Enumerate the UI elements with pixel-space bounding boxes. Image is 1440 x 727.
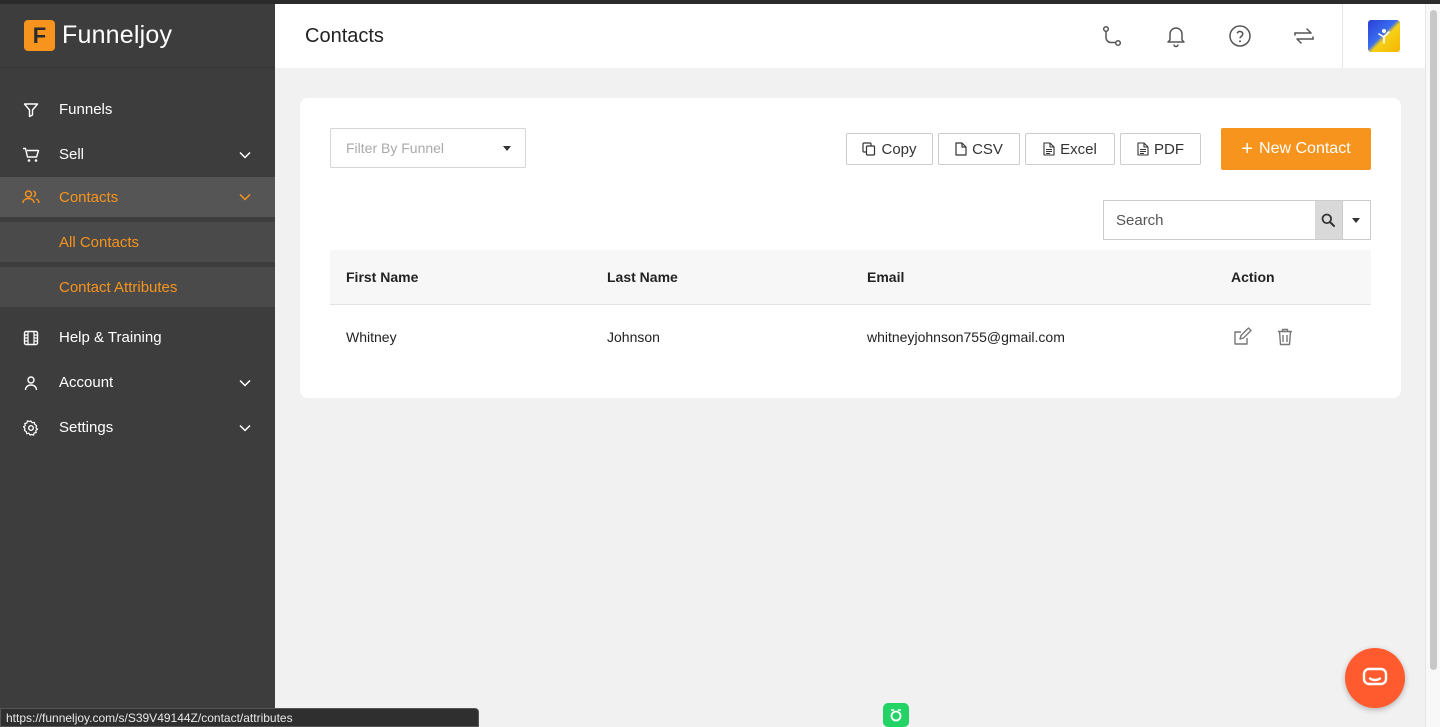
swap-icon[interactable] — [1272, 4, 1336, 68]
sidebar-item-label: Help & Training — [59, 329, 162, 346]
chevron-down-icon — [239, 149, 251, 161]
copy-label: Copy — [881, 140, 917, 158]
chevron-down-icon — [239, 422, 251, 434]
edit-icon[interactable] — [1231, 326, 1253, 348]
caret-down-icon — [1352, 217, 1361, 223]
table-header: First Name Last Name Email Action — [330, 250, 1371, 305]
browser-status-url: https://funneljoy.com/s/S39V49144Z/conta… — [0, 708, 479, 727]
search-icon — [1321, 213, 1336, 227]
cart-icon — [22, 146, 40, 164]
excel-label: Excel — [1060, 140, 1097, 158]
contacts-card: Filter By Funnel Copy CSV Excel PDF + Ne… — [300, 98, 1401, 398]
chat-icon — [1362, 667, 1388, 686]
top-header: Contacts — [275, 4, 1425, 68]
column-header-action: Action — [1231, 269, 1275, 285]
search-input[interactable] — [1104, 201, 1315, 239]
filter-by-funnel-select[interactable]: Filter By Funnel — [330, 128, 526, 168]
gear-icon — [22, 419, 40, 437]
sidebar-item-label: Funnels — [59, 101, 113, 118]
search-options-dropdown[interactable] — [1341, 201, 1370, 239]
page-title: Contacts — [305, 24, 384, 47]
sidebar-item-label: Sell — [59, 146, 85, 163]
csv-button[interactable]: CSV — [938, 133, 1020, 165]
sidebar-subitem-all-contacts[interactable]: All Contacts — [0, 222, 275, 262]
sidebar-item-label: Contacts — [59, 188, 119, 206]
brand[interactable]: F Funneljoy — [0, 4, 275, 68]
brand-logo: F — [24, 20, 55, 51]
table-row: Whitney Johnson whitneyjohnson755@gmail.… — [330, 305, 1371, 369]
sidebar-item-sell[interactable]: Sell — [0, 132, 275, 177]
sidebar-item-settings[interactable]: Settings — [0, 405, 275, 450]
contacts-table: First Name Last Name Email Action Whitne… — [330, 250, 1371, 369]
sidebar-item-account[interactable]: Account — [0, 360, 275, 405]
search-button[interactable] — [1315, 201, 1342, 239]
avatar — [1368, 20, 1400, 52]
page-scrollbar[interactable] — [1425, 4, 1440, 727]
excel-button[interactable]: Excel — [1025, 133, 1115, 165]
cell-email: whitneyjohnson755@gmail.com — [867, 329, 1065, 345]
chevron-down-icon — [239, 191, 251, 203]
new-contact-button[interactable]: + New Contact — [1221, 128, 1371, 170]
film-icon — [22, 329, 40, 347]
sidebar: F Funneljoy Funnels Sell Contacts All Co… — [0, 4, 275, 727]
sidebar-item-label: Account — [59, 374, 114, 391]
sidebar-item-help-training[interactable]: Help & Training — [0, 315, 275, 360]
file-text-icon — [1137, 142, 1149, 156]
sidebar-item-label: Settings — [59, 419, 114, 436]
brand-name: Funneljoy — [62, 21, 173, 49]
column-header-last-name[interactable]: Last Name — [591, 269, 851, 285]
route-icon[interactable] — [1080, 4, 1144, 68]
cell-actions — [1215, 326, 1371, 348]
column-header-first-name[interactable]: First Name — [330, 269, 591, 285]
filter-icon — [22, 101, 40, 119]
search-box — [1103, 200, 1371, 240]
user-menu[interactable] — [1343, 4, 1425, 68]
column-header-email[interactable]: Email — [851, 269, 1215, 285]
chat-widget-button[interactable] — [1345, 648, 1405, 708]
trash-icon[interactable] — [1274, 326, 1296, 348]
bell-icon[interactable] — [1144, 4, 1208, 68]
file-icon — [955, 142, 967, 156]
filter-placeholder: Filter By Funnel — [346, 140, 445, 156]
caret-down-icon — [503, 146, 511, 151]
file-text-icon — [1043, 142, 1055, 156]
help-icon[interactable] — [1208, 4, 1272, 68]
extension-widget-icon[interactable] — [883, 703, 909, 727]
plus-icon: + — [1241, 138, 1254, 160]
cell-first-name: Whitney — [346, 329, 397, 345]
sidebar-item-funnels[interactable]: Funnels — [0, 87, 275, 132]
cell-last-name: Johnson — [607, 329, 660, 345]
pdf-label: PDF — [1154, 140, 1184, 158]
sidebar-nav: Funnels Sell Contacts All Contacts Conta… — [0, 68, 275, 450]
sidebar-item-contacts[interactable]: Contacts — [0, 177, 275, 217]
main-content: Filter By Funnel Copy CSV Excel PDF + Ne… — [275, 68, 1425, 727]
scrollbar-thumb[interactable] — [1430, 10, 1437, 670]
chevron-down-icon — [239, 377, 251, 389]
sidebar-subitem-contact-attributes[interactable]: Contact Attributes — [0, 267, 275, 307]
pdf-button[interactable]: PDF — [1120, 133, 1201, 165]
csv-label: CSV — [972, 140, 1003, 158]
copy-button[interactable]: Copy — [846, 133, 933, 165]
users-icon — [22, 188, 40, 206]
copy-icon — [862, 142, 876, 156]
user-icon — [22, 374, 40, 392]
new-contact-label: New Contact — [1259, 140, 1351, 157]
